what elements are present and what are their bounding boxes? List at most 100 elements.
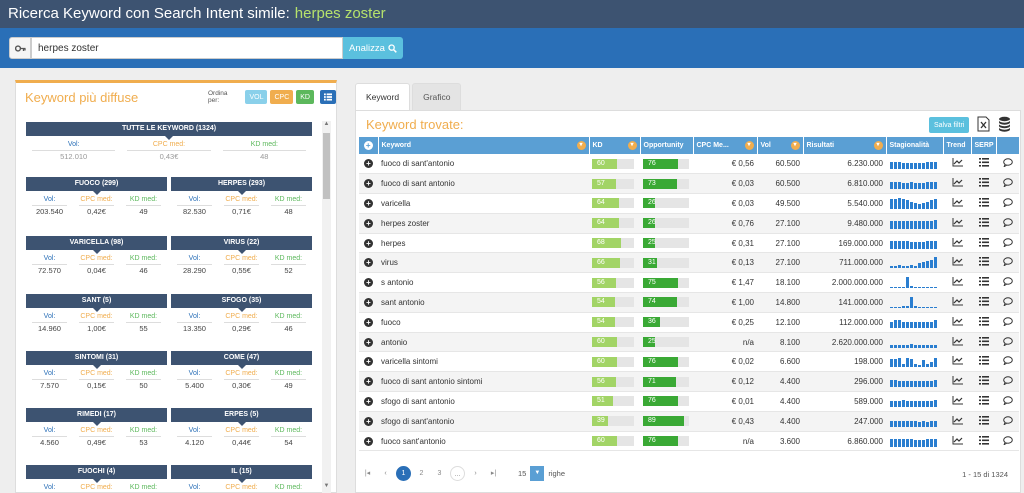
comment-cell[interactable]	[996, 371, 1019, 393]
tab-keyword[interactable]: Keyword	[355, 83, 411, 110]
serp-cell[interactable]	[971, 233, 996, 254]
table-row[interactable]: + sfogo di sant'antonio 39 89 € 0,43 4.400 247…	[359, 411, 1019, 432]
serp-cell[interactable]	[971, 312, 996, 333]
comment-cell[interactable]	[996, 213, 1019, 234]
trend-chart-icon[interactable]	[952, 217, 963, 227]
trend-chart-icon[interactable]	[952, 158, 963, 167]
expand-cell[interactable]: +	[359, 233, 378, 254]
keyword-cell[interactable]: fuoco di sant antonio sintomi	[378, 371, 589, 393]
page-3[interactable]: 3	[432, 466, 447, 481]
comment-cell[interactable]	[996, 154, 1019, 175]
keyword-group-card[interactable]: SINTOMI (31) Vol: 7.570 CPC med: 0,15€ KD med…	[26, 351, 167, 390]
serp-cell[interactable]	[971, 411, 996, 432]
comment-cell[interactable]	[996, 233, 1019, 254]
plus-icon[interactable]: +	[364, 377, 373, 387]
serp-cell[interactable]	[971, 154, 996, 175]
keyword-group-card[interactable]: RIMEDI (17) Vol: 4.560 CPC med: 0,49€ KD med:…	[26, 408, 167, 447]
keyword-cell[interactable]: sfogo di sant'antonio	[378, 411, 589, 432]
comment-cell[interactable]	[996, 411, 1019, 432]
trend-cell[interactable]	[943, 173, 971, 195]
plus-icon[interactable]: +	[364, 357, 373, 367]
serp-list-icon[interactable]	[978, 158, 989, 167]
search-input[interactable]	[31, 37, 343, 59]
keyword-group-card[interactable]: SFOGO (35) Vol: 13.350 CPC med: 0,29€ KD med:…	[171, 294, 312, 333]
table-row[interactable]: + sant antonio 54 74 € 1,00 14.800 141.000.000	[359, 292, 1019, 313]
expand-cell[interactable]: +	[359, 154, 378, 175]
plus-icon[interactable]: +	[364, 218, 373, 228]
serp-list-icon[interactable]	[978, 296, 989, 306]
comment-cell[interactable]	[996, 252, 1019, 274]
table-row[interactable]: + antonio 60 25 n/a 8.100 2.620.000.000	[359, 332, 1019, 353]
comment-cell[interactable]	[996, 173, 1019, 195]
comment-icon[interactable]	[1002, 317, 1013, 327]
expand-cell[interactable]: +	[359, 371, 378, 393]
col-keyword[interactable]: Keyword ▾	[378, 137, 590, 154]
table-row[interactable]: + fuoco di sant antonio sintomi 56 71 € 0,12…	[359, 371, 1019, 393]
first-page-icon[interactable]: |◂	[360, 466, 375, 481]
trend-cell[interactable]	[943, 233, 971, 254]
trend-chart-icon[interactable]	[952, 435, 963, 445]
plus-icon[interactable]: +	[364, 238, 373, 248]
filter-icon[interactable]: ▾	[744, 141, 754, 150]
keyword-cell[interactable]: fuoco	[378, 312, 589, 333]
trend-cell[interactable]	[943, 431, 971, 452]
plus-icon[interactable]: +	[364, 436, 373, 446]
comment-icon[interactable]	[1002, 158, 1013, 168]
table-row[interactable]: + varicella sintomi 60 76 € 0,02 6.600 198.000	[359, 351, 1019, 373]
serp-cell[interactable]	[971, 213, 996, 234]
analyze-button[interactable]: Analizza	[343, 37, 403, 59]
col-results[interactable]: Risultati ▾	[803, 137, 887, 154]
trend-chart-icon[interactable]	[952, 356, 963, 365]
col-vol[interactable]: Vol ▾	[757, 137, 804, 154]
plus-icon[interactable]: +	[364, 258, 373, 268]
trend-cell[interactable]	[943, 154, 971, 175]
trend-cell[interactable]	[943, 193, 971, 214]
trend-cell[interactable]	[943, 312, 971, 333]
keyword-cell[interactable]: fuoco sant'antonio	[378, 431, 589, 452]
comment-cell[interactable]	[996, 193, 1019, 214]
keyword-group-card[interactable]: VIRUS (22) Vol: 28.290 CPC med: 0,55€ KD med:…	[171, 236, 312, 275]
serp-list-icon[interactable]	[978, 277, 989, 286]
table-row[interactable]: + virus 66 31 € 0,13 27.100 711.000.000	[359, 252, 1019, 274]
comment-cell[interactable]	[996, 351, 1019, 373]
expand-cell[interactable]: +	[359, 213, 378, 234]
comment-icon[interactable]	[1002, 257, 1013, 268]
expand-cell[interactable]: +	[359, 193, 378, 214]
trend-chart-icon[interactable]	[952, 197, 963, 207]
expand-cell[interactable]: +	[359, 332, 378, 353]
chevron-down-icon[interactable]: ▼	[530, 466, 545, 481]
expand-all-header[interactable]: +	[359, 137, 379, 154]
comment-icon[interactable]	[1002, 218, 1013, 228]
trend-chart-icon[interactable]	[952, 296, 963, 306]
table-row[interactable]: + varicella 64 26 € 0,03 49.500 5.540.000	[359, 193, 1019, 214]
keyword-cell[interactable]: varicella	[378, 193, 589, 214]
serp-cell[interactable]	[971, 272, 996, 294]
keyword-group-card[interactable]: SANT (5) Vol: 14.960 CPC med: 1,00€ KD med: 55	[26, 294, 167, 333]
expand-cell[interactable]: +	[359, 173, 378, 195]
serp-list-icon[interactable]	[978, 395, 989, 405]
comment-icon[interactable]	[1002, 237, 1013, 248]
col-opportunity[interactable]: Opportunity	[640, 137, 694, 154]
keyword-cell[interactable]: herpes zoster	[378, 213, 589, 234]
trend-chart-icon[interactable]	[952, 415, 963, 425]
trend-cell[interactable]	[943, 252, 971, 274]
comment-cell[interactable]	[996, 292, 1019, 313]
comment-cell[interactable]	[996, 332, 1019, 353]
trend-chart-icon[interactable]	[952, 336, 963, 346]
table-row[interactable]: + sfogo di sant antonio 51 76 € 0,01 4.400 589…	[359, 391, 1019, 412]
comment-icon[interactable]	[1002, 376, 1013, 386]
comment-icon[interactable]	[1002, 416, 1013, 426]
trend-chart-icon[interactable]	[952, 376, 963, 385]
col-seasonality[interactable]: Stagionalità	[886, 137, 944, 154]
expand-cell[interactable]: +	[359, 292, 378, 313]
trend-chart-icon[interactable]	[952, 277, 963, 286]
trend-cell[interactable]	[943, 351, 971, 373]
table-row[interactable]: + fuoco sant'antonio 60 76 n/a 3.600 6.860.000	[359, 431, 1019, 452]
comment-icon[interactable]	[1002, 435, 1013, 446]
sort-vol-button[interactable]: VOL	[245, 90, 268, 104]
plus-icon[interactable]: +	[364, 337, 373, 347]
rows-per-page-value[interactable]: 15	[518, 469, 526, 478]
comment-cell[interactable]	[996, 391, 1019, 412]
keyword-cell[interactable]: sant antonio	[378, 292, 589, 313]
serp-list-icon[interactable]	[978, 376, 989, 385]
